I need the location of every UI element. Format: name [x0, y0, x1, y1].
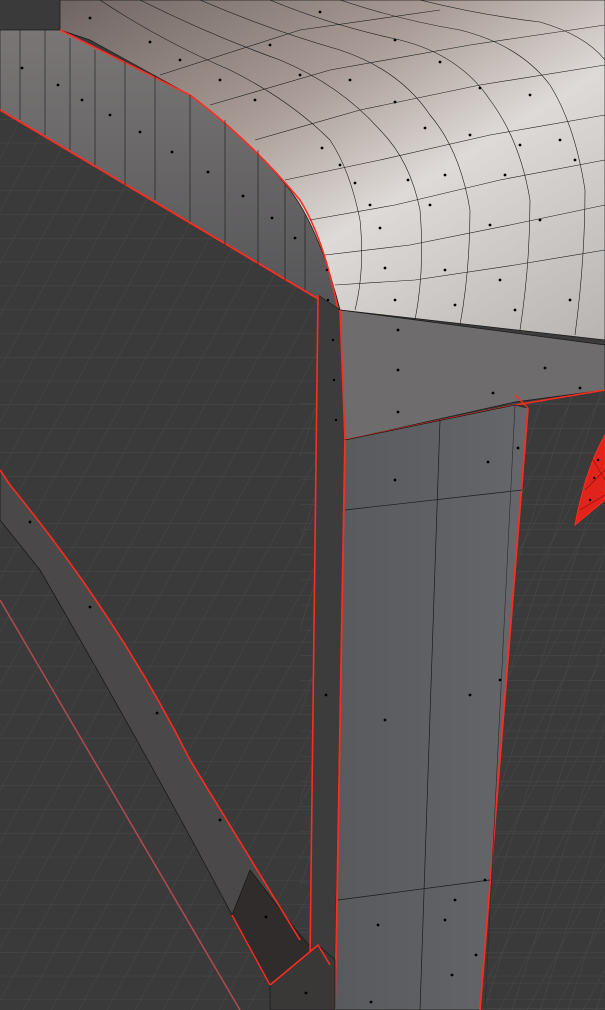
3d-viewport[interactable] — [0, 0, 605, 1010]
viewport-canvas[interactable] — [0, 0, 605, 1010]
